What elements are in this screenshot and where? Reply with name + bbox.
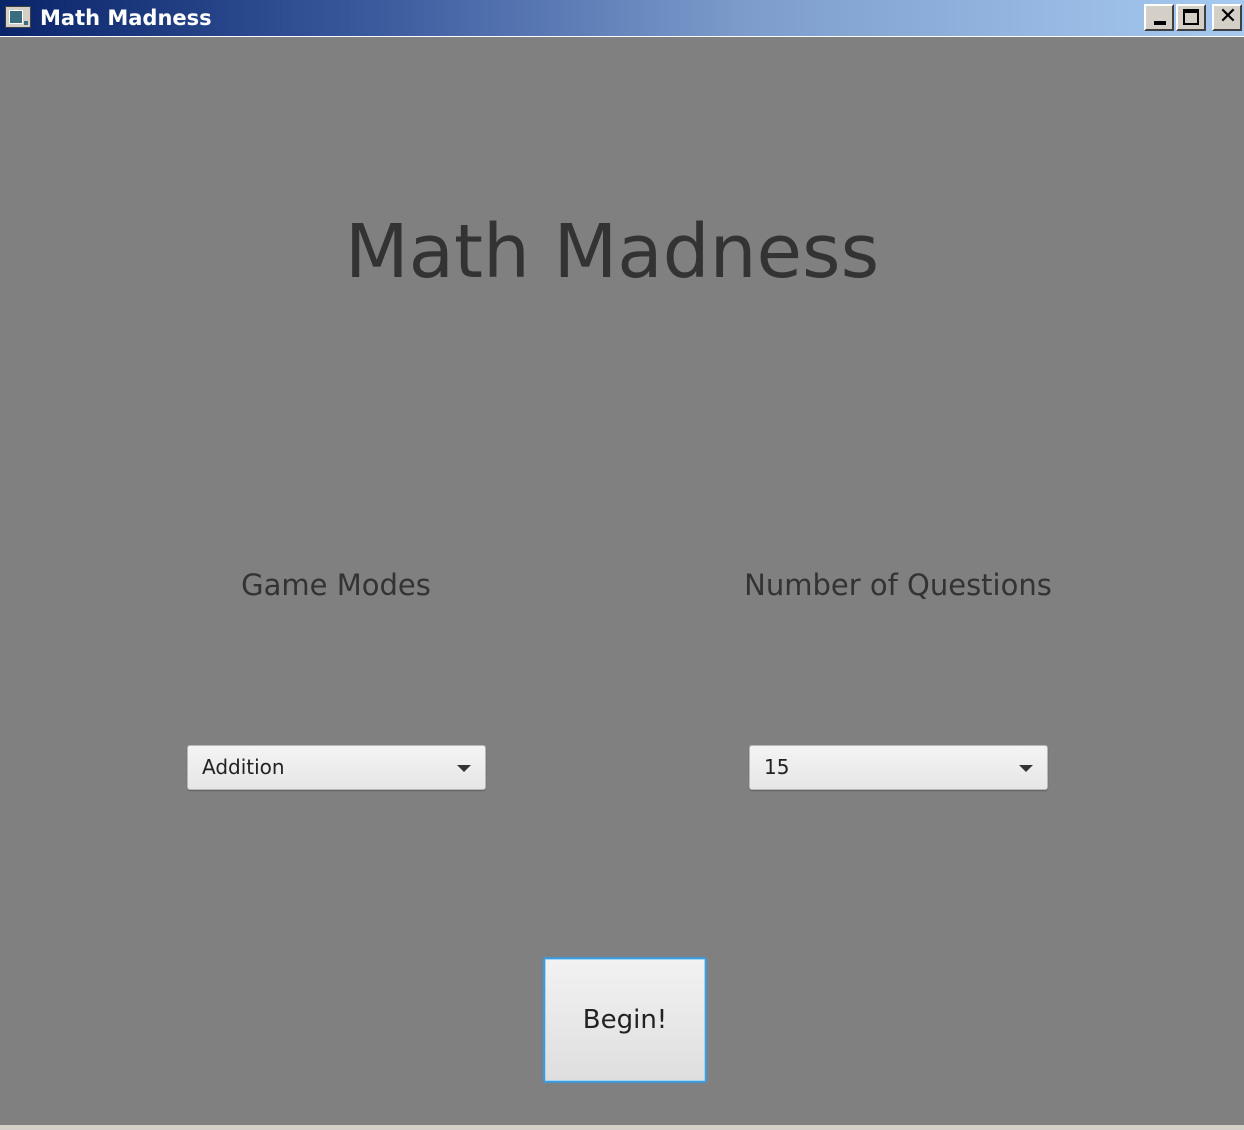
maximize-button[interactable] bbox=[1176, 4, 1206, 31]
main-panel: Math Madness Game Modes Number of Questi… bbox=[0, 37, 1244, 1125]
chevron-down-icon bbox=[457, 765, 471, 772]
minimize-icon bbox=[1154, 21, 1166, 25]
game-mode-select[interactable]: Addition bbox=[187, 745, 486, 790]
minimize-button[interactable] bbox=[1144, 4, 1174, 31]
question-count-label: Number of Questions bbox=[744, 568, 1052, 602]
maximize-icon bbox=[1183, 9, 1199, 25]
title-bar[interactable]: Math Madness ✕ bbox=[0, 0, 1244, 37]
question-count-select[interactable]: 15 bbox=[749, 745, 1048, 790]
close-button[interactable]: ✕ bbox=[1212, 4, 1242, 31]
app-window: Math Madness ✕ Math Madness Game Modes N… bbox=[0, 0, 1244, 1130]
page-title: Math Madness bbox=[344, 209, 880, 295]
game-mode-value: Addition bbox=[202, 755, 285, 779]
close-icon: ✕ bbox=[1218, 4, 1238, 29]
chevron-down-icon bbox=[1019, 765, 1033, 772]
app-icon[interactable] bbox=[5, 6, 31, 28]
window-bottom-border bbox=[0, 1125, 1244, 1130]
app-icon-dot bbox=[24, 21, 28, 25]
app-icon-frame bbox=[9, 10, 23, 24]
game-modes-label: Game Modes bbox=[241, 568, 431, 602]
begin-button[interactable]: Begin! bbox=[543, 957, 707, 1083]
window-title: Math Madness bbox=[40, 6, 212, 30]
question-count-value: 15 bbox=[764, 755, 790, 779]
